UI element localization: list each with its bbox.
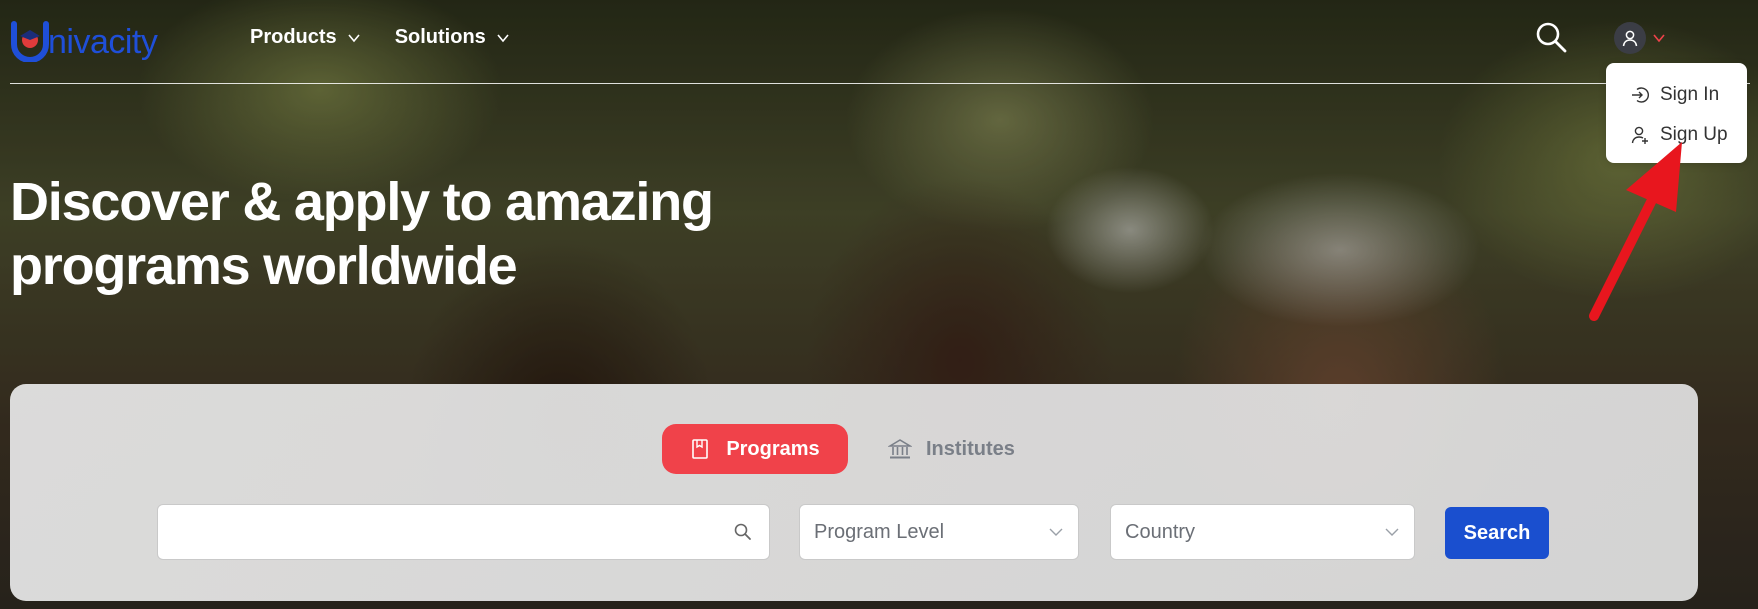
- country-select[interactable]: Country: [1110, 504, 1415, 560]
- user-icon: [1622, 30, 1638, 47]
- hero-title: Discover & apply to amazing programs wor…: [10, 170, 770, 298]
- chevron-down-icon: [497, 33, 509, 42]
- chevron-down-icon: [1049, 528, 1063, 536]
- header-search-button[interactable]: [1534, 20, 1570, 56]
- nav-products[interactable]: Products: [250, 26, 361, 49]
- chevron-down-icon: [348, 33, 360, 42]
- nav-solutions[interactable]: Solutions: [395, 26, 510, 49]
- search-icon: [1536, 22, 1567, 53]
- institution-icon: [888, 439, 912, 459]
- site-header: nivacity Products Solutions: [10, 0, 1750, 84]
- logo-mark-icon: [10, 18, 50, 64]
- avatar: [1614, 22, 1646, 54]
- nav-products-label: Products: [250, 26, 337, 48]
- program-level-placeholder: Program Level: [814, 520, 945, 543]
- chevron-down-icon: [1385, 528, 1399, 536]
- country-placeholder: Country: [1125, 520, 1196, 543]
- book-icon: [692, 439, 709, 459]
- keyword-search-input[interactable]: [158, 505, 733, 559]
- hero-title-line1: Discover & apply to amazing: [10, 172, 714, 232]
- annotation-arrow: [1589, 142, 1682, 321]
- main-nav: Products Solutions: [250, 26, 510, 49]
- tab-programs[interactable]: Programs: [662, 424, 848, 474]
- program-level-select[interactable]: Program Level: [799, 504, 1079, 560]
- logo-text: nivacity: [48, 22, 158, 61]
- search-tabs: Programs Institutes: [662, 424, 1015, 474]
- keyword-search-field[interactable]: [157, 504, 770, 560]
- tab-programs-label: Programs: [726, 437, 820, 460]
- tab-institutes[interactable]: Institutes: [888, 424, 1015, 474]
- search-icon: [734, 523, 751, 540]
- chevron-down-icon: [1653, 34, 1665, 43]
- user-menu-toggle[interactable]: [1614, 22, 1666, 54]
- sign-in-icon: [1632, 87, 1649, 103]
- search-button[interactable]: Search: [1445, 507, 1549, 559]
- search-panel: Programs Institutes Program Level Countr…: [10, 384, 1698, 601]
- nav-solutions-label: Solutions: [394, 26, 486, 48]
- sign-in-label: Sign In: [1660, 84, 1720, 105]
- hero-title-line2: programs worldwide: [10, 236, 518, 296]
- sign-in-menu-item[interactable]: Sign In: [1630, 75, 1747, 115]
- univacity-logo[interactable]: nivacity: [10, 18, 158, 64]
- tab-institutes-label: Institutes: [926, 437, 1015, 460]
